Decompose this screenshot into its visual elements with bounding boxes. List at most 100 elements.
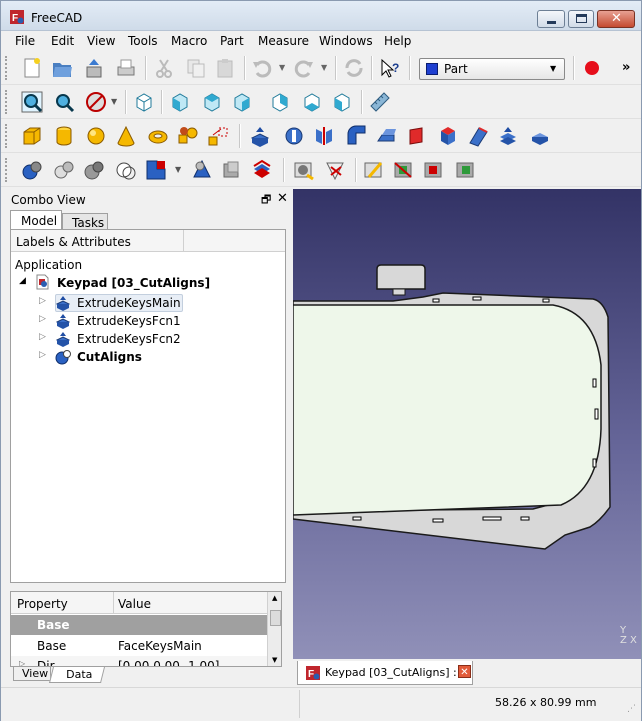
part-chamfer-icon[interactable] — [375, 125, 397, 147]
menu-file[interactable]: File — [15, 34, 35, 48]
menu-part[interactable]: Part — [220, 34, 244, 48]
3d-viewport[interactable]: Y Z X — [293, 189, 641, 659]
tab-view[interactable]: View — [13, 667, 51, 681]
expand-arrow-icon[interactable]: ▷ — [39, 350, 46, 360]
record-macro-icon[interactable] — [581, 57, 603, 79]
menu-help[interactable]: Help — [384, 34, 411, 48]
part-boolean-icon[interactable] — [115, 159, 137, 181]
whats-this-icon[interactable]: ? — [379, 57, 401, 79]
menu-measure[interactable]: Measure — [258, 34, 309, 48]
measure-distance-icon[interactable] — [369, 91, 391, 113]
part-slice-icon[interactable] — [393, 159, 415, 181]
draw-style-dropdown-icon[interactable]: ▼ — [111, 97, 117, 106]
expand-arrow-icon[interactable]: ▷ — [39, 296, 46, 306]
part-mirror-icon[interactable] — [313, 125, 335, 147]
part-fuse-icon[interactable] — [191, 159, 213, 181]
scroll-down-icon[interactable]: ▼ — [272, 656, 277, 664]
part-split-icon[interactable] — [423, 159, 445, 181]
toolbar-grip[interactable] — [5, 90, 9, 114]
tab-data[interactable]: Data — [49, 667, 105, 683]
toolbar-grip[interactable] — [5, 56, 9, 80]
menu-edit[interactable]: Edit — [51, 34, 74, 48]
part-sphere-icon[interactable] — [85, 125, 107, 147]
view-right-icon[interactable] — [231, 91, 253, 113]
toolbar-overflow[interactable]: » — [622, 60, 630, 75]
menu-windows[interactable]: Windows — [319, 34, 373, 48]
boolean-dropdown-icon[interactable]: ▼ — [175, 165, 181, 174]
float-panel-icon[interactable]: 🗗 — [261, 191, 271, 210]
part-cross-sections-icon[interactable] — [293, 159, 315, 181]
close-tab-icon[interactable]: ✕ — [458, 665, 471, 678]
part-cone-icon[interactable] — [115, 125, 137, 147]
tree-item[interactable]: ▷ CutAligns — [11, 348, 285, 366]
tree-item[interactable]: ▷ ExtrudeKeysFcn1 — [11, 312, 285, 330]
property-scrollbar[interactable]: ▲ ▼ — [267, 592, 281, 666]
undo-dropdown-icon[interactable]: ▼ — [279, 63, 285, 72]
draw-style-icon[interactable] — [85, 91, 107, 113]
part-extrude-icon[interactable] — [249, 125, 271, 147]
workbench-selector[interactable]: Part ▼ — [419, 58, 565, 80]
expand-arrow-icon[interactable]: ▷ — [19, 659, 25, 666]
property-row[interactable]: ▷ Dir [0.00 0.00 -1.00] — [11, 656, 267, 666]
part-box-icon[interactable] — [21, 125, 43, 147]
part-xor-icon[interactable] — [455, 159, 477, 181]
part-cut-icon[interactable] — [145, 159, 167, 181]
part-section-icon[interactable] — [251, 159, 273, 181]
view-front-icon[interactable] — [169, 91, 191, 113]
cut-icon[interactable] — [153, 57, 175, 79]
part-shape-builder-icon[interactable] — [207, 125, 229, 147]
part-defeaturing-icon[interactable] — [363, 159, 385, 181]
expand-arrow-icon[interactable]: ▷ — [39, 332, 46, 342]
part-ruled-surface-icon[interactable] — [437, 125, 459, 147]
menu-macro[interactable]: Macro — [171, 34, 207, 48]
view-rear-icon[interactable] — [269, 91, 291, 113]
open-document-icon[interactable] — [51, 57, 73, 79]
part-check-geometry-icon[interactable] — [325, 159, 347, 181]
part-explode-compound-icon[interactable] — [53, 159, 75, 181]
scroll-up-icon[interactable]: ▲ — [272, 594, 277, 602]
tree-document-label[interactable]: Keypad [03_CutAligns] — [57, 276, 210, 290]
document-tab[interactable]: F Keypad [03_CutAligns] : 1 ✕ — [297, 661, 473, 685]
close-panel-icon[interactable]: ✕ — [277, 191, 288, 206]
part-compound-icon[interactable] — [21, 159, 43, 181]
part-compound-filter-icon[interactable] — [83, 159, 105, 181]
property-row[interactable]: Base FaceKeysMain — [11, 636, 267, 656]
toolbar-grip[interactable] — [5, 158, 9, 182]
menu-view[interactable]: View — [87, 34, 115, 48]
part-fillet-icon[interactable] — [345, 125, 367, 147]
part-common-icon[interactable] — [221, 159, 243, 181]
copy-icon[interactable] — [185, 57, 207, 79]
part-thickness-icon[interactable] — [529, 125, 551, 147]
property-group-row[interactable]: Base — [11, 615, 267, 635]
toolbar-grip[interactable] — [5, 124, 9, 148]
paste-icon[interactable] — [215, 57, 237, 79]
new-document-icon[interactable] — [21, 57, 43, 79]
fit-all-icon[interactable] — [21, 91, 43, 113]
save-icon[interactable] — [83, 57, 105, 79]
part-revolve-icon[interactable] — [283, 125, 305, 147]
view-bottom-icon[interactable] — [301, 91, 323, 113]
close-window-button[interactable]: ✕ — [597, 10, 635, 28]
part-torus-icon[interactable] — [147, 125, 169, 147]
part-make-face-icon[interactable] — [405, 125, 427, 147]
resize-grip-icon[interactable]: ⋰ — [627, 704, 636, 714]
tree-item[interactable]: ▷ ExtrudeKeysFcn2 — [11, 330, 285, 348]
redo-dropdown-icon[interactable]: ▼ — [321, 63, 327, 72]
expand-arrow-icon[interactable]: ◢ — [19, 276, 26, 286]
view-isometric-icon[interactable] — [133, 91, 155, 113]
tab-model[interactable]: Model — [10, 210, 62, 230]
view-top-icon[interactable] — [201, 91, 223, 113]
redo-icon[interactable] — [293, 57, 315, 79]
tree-item[interactable]: ▷ ExtrudeKeysMain — [11, 294, 285, 312]
tab-tasks[interactable]: Tasks — [62, 213, 108, 230]
part-cylinder-icon[interactable] — [53, 125, 75, 147]
print-icon[interactable] — [115, 57, 137, 79]
scrollbar-thumb[interactable] — [270, 610, 281, 626]
minimize-button[interactable] — [537, 10, 565, 28]
undo-icon[interactable] — [251, 57, 273, 79]
refresh-icon[interactable] — [343, 57, 365, 79]
view-left-icon[interactable] — [331, 91, 353, 113]
fit-selection-icon[interactable] — [53, 91, 75, 113]
maximize-button[interactable] — [568, 10, 594, 28]
part-loft-icon[interactable] — [467, 125, 489, 147]
